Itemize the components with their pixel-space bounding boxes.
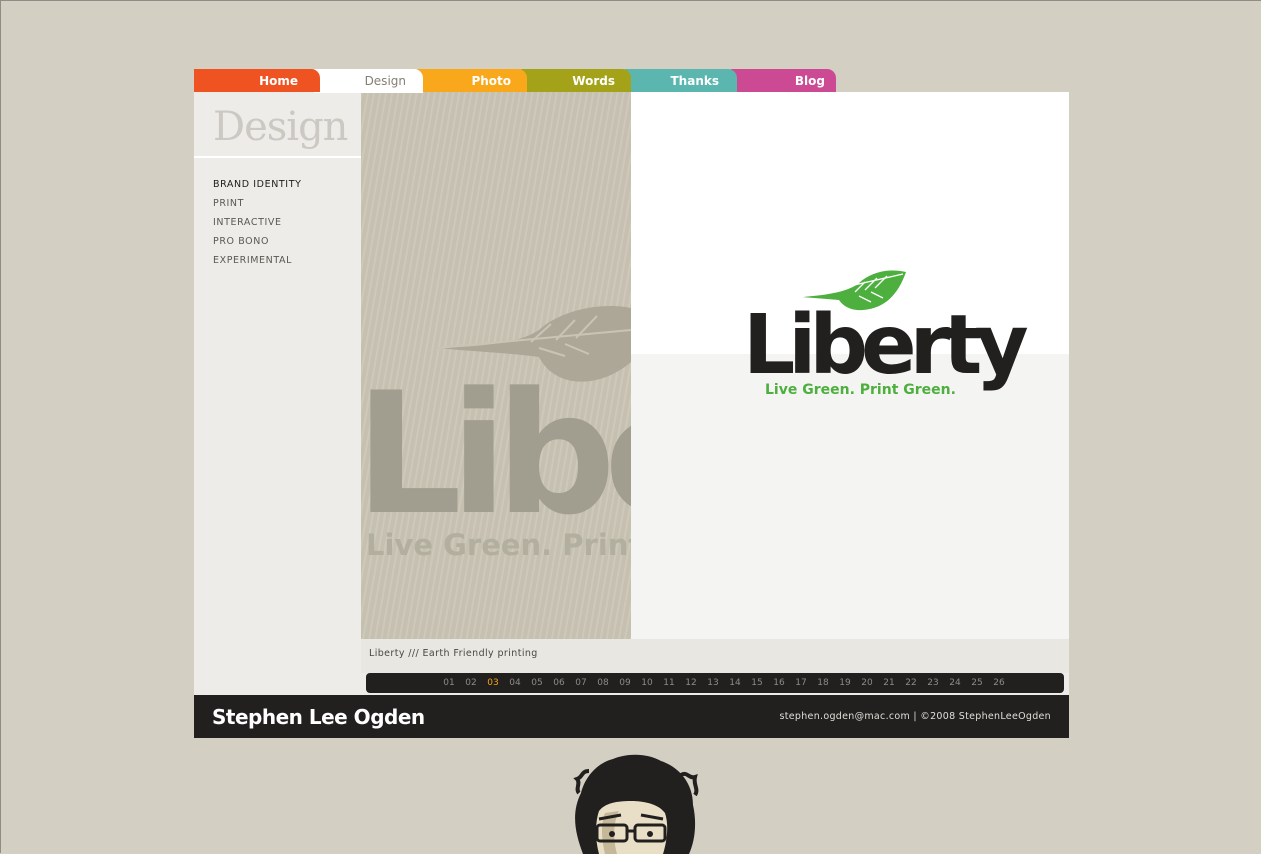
pager-page-15[interactable]: 15 (746, 673, 768, 693)
category-print[interactable]: PRINT (213, 198, 302, 217)
pager-page-20[interactable]: 20 (856, 673, 878, 693)
pager-page-16[interactable]: 16 (768, 673, 790, 693)
tab-design[interactable]: Design (314, 69, 423, 93)
pager-page-26[interactable]: 26 (988, 673, 1010, 693)
pager-page-17[interactable]: 17 (790, 673, 812, 693)
pager-page-19[interactable]: 19 (834, 673, 856, 693)
pager-page-13[interactable]: 13 (702, 673, 724, 693)
category-interactive[interactable]: INTERACTIVE (213, 217, 302, 236)
section-title: Design (194, 92, 361, 158)
content-frame: Design BRAND IDENTITY PRINT INTERACTIVE … (194, 92, 1069, 738)
project-preview-image: Liber Live Green. Print (361, 92, 631, 639)
pager-page-22[interactable]: 22 (900, 673, 922, 693)
pager-page-02[interactable]: 02 (460, 673, 482, 693)
tab-home[interactable]: Home (194, 69, 320, 92)
category-brand-identity[interactable]: BRAND IDENTITY (213, 179, 302, 198)
pager-page-11[interactable]: 11 (658, 673, 680, 693)
project-caption: Liberty /// Earth Friendly printing (361, 639, 1069, 673)
tab-thanks[interactable]: Thanks (625, 69, 737, 92)
logo-tagline: Live Green. Print Green. (765, 382, 956, 398)
pager-page-03[interactable]: 03 (482, 673, 504, 693)
category-experimental[interactable]: EXPERIMENTAL (213, 255, 302, 274)
main-nav: Home Design Photo Words Thanks Blog (194, 69, 836, 93)
category-list: BRAND IDENTITY PRINT INTERACTIVE PRO BON… (213, 179, 302, 274)
pager-numbers: 01 02 03 04 05 06 07 08 09 10 11 12 13 14 15 16 17 18 19 20… (438, 673, 1010, 693)
tab-words[interactable]: Words (521, 69, 631, 92)
sidebar: Design BRAND IDENTITY PRINT INTERACTIVE … (194, 92, 361, 695)
pager-page-07[interactable]: 07 (570, 673, 592, 693)
footer-separator: | (913, 711, 917, 722)
pager-page-01[interactable]: 01 (438, 673, 460, 693)
tab-blog[interactable]: Blog (731, 69, 836, 92)
pager-page-24[interactable]: 24 (944, 673, 966, 693)
pager-page-08[interactable]: 08 (592, 673, 614, 693)
copyright: ©2008 StephenLeeOgden (920, 711, 1051, 722)
pager-page-04[interactable]: 04 (504, 673, 526, 693)
liberty-logo: Liberty Live Green. Print Green. (743, 270, 1034, 398)
pager-page-25[interactable]: 25 (966, 673, 988, 693)
project-stage: Liberty Live Green. Print Green. (631, 92, 1069, 639)
site-owner-name: Stephen Lee Ogden (212, 705, 425, 729)
portrait-icon (573, 754, 699, 854)
pager-page-18[interactable]: 18 (812, 673, 834, 693)
pager-page-21[interactable]: 21 (878, 673, 900, 693)
pager-page-14[interactable]: 14 (724, 673, 746, 693)
site-footer: Stephen Lee Ogden stephen.ogden@mac.com … (194, 695, 1069, 738)
pager-page-05[interactable]: 05 (526, 673, 548, 693)
pager-page-23[interactable]: 23 (922, 673, 944, 693)
footer-contact: stephen.ogden@mac.com | ©2008 StephenLee… (779, 695, 1051, 739)
pager-page-09[interactable]: 09 (614, 673, 636, 693)
logo-wordmark: Liberty (743, 298, 1027, 393)
image-pager: 01 02 03 04 05 06 07 08 09 10 11 12 13 14 15 16 17 18 19 20… (366, 673, 1064, 693)
category-pro-bono[interactable]: PRO BONO (213, 236, 302, 255)
portrait-illustration (561, 753, 701, 854)
preview-artwork: Liber Live Green. Print (361, 306, 631, 562)
preview-tagline: Live Green. Print (366, 528, 631, 562)
pager-page-06[interactable]: 06 (548, 673, 570, 693)
pager-page-12[interactable]: 12 (680, 673, 702, 693)
pager-page-10[interactable]: 10 (636, 673, 658, 693)
tab-photo[interactable]: Photo (417, 69, 527, 92)
email-link[interactable]: stephen.ogden@mac.com (779, 711, 910, 722)
preview-wordmark: Liber (361, 356, 631, 552)
